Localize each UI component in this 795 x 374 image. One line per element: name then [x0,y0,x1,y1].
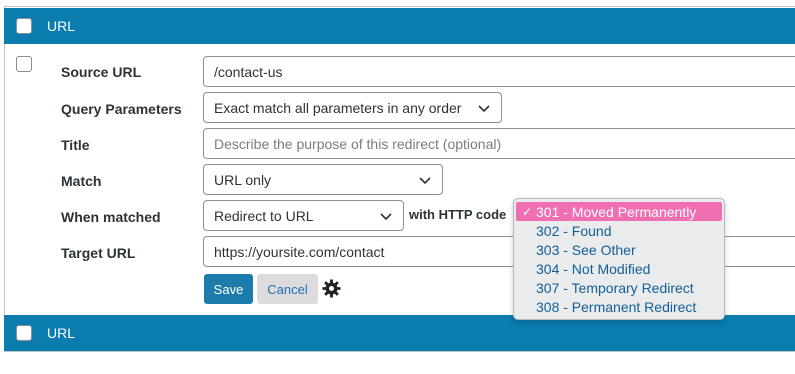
http-code-option[interactable]: 302 - Found [514,221,724,240]
action-value: Redirect to URL [214,207,314,224]
source-url-input[interactable]: /contact-us [203,56,795,87]
source-url-label: Source URL [61,64,142,80]
table-footer: URL [4,315,795,351]
match-select[interactable]: URL only [203,164,443,195]
row-checkbox[interactable] [16,56,32,72]
column-header-url: URL [47,18,76,34]
select-all-checkbox-footer[interactable] [16,325,32,341]
title-input[interactable]: Describe the purpose of this redirect (o… [203,128,795,159]
when-matched-label: When matched [61,209,161,225]
http-code-option-label: 301 - Moved Permanently [536,203,697,220]
checkmark-icon: ✓ [522,204,533,219]
query-params-select[interactable]: Exact match all parameters in any order [203,92,502,123]
http-code-label: with HTTP code [409,207,507,222]
target-url-label: Target URL [61,245,136,261]
http-code-option[interactable]: 307 - Temporary Redirect [514,278,724,297]
cancel-button[interactable]: Cancel [257,274,318,304]
save-button[interactable]: Save [204,274,253,304]
title-label: Title [61,137,90,153]
http-code-option[interactable]: 308 - Permanent Redirect [514,297,724,316]
gear-icon[interactable] [322,279,341,298]
action-select[interactable]: Redirect to URL [203,200,404,231]
match-value: URL only [214,171,272,188]
query-params-value: Exact match all parameters in any order [214,99,462,116]
http-code-option[interactable]: 304 - Not Modified [514,259,724,278]
chevron-down-icon [478,104,490,112]
match-label: Match [61,173,102,189]
http-code-option[interactable]: 303 - See Other [514,240,724,259]
query-params-label: Query Parameters [61,101,182,117]
table-header: URL [4,8,795,44]
select-all-checkbox[interactable] [16,18,32,34]
chevron-down-icon [419,176,431,184]
http-code-dropdown[interactable]: ✓ 301 - Moved Permanently 302 - Found 30… [513,198,725,320]
column-footer-url: URL [47,325,76,341]
http-code-option[interactable]: ✓ 301 - Moved Permanently [516,202,722,221]
chevron-down-icon [380,212,392,220]
